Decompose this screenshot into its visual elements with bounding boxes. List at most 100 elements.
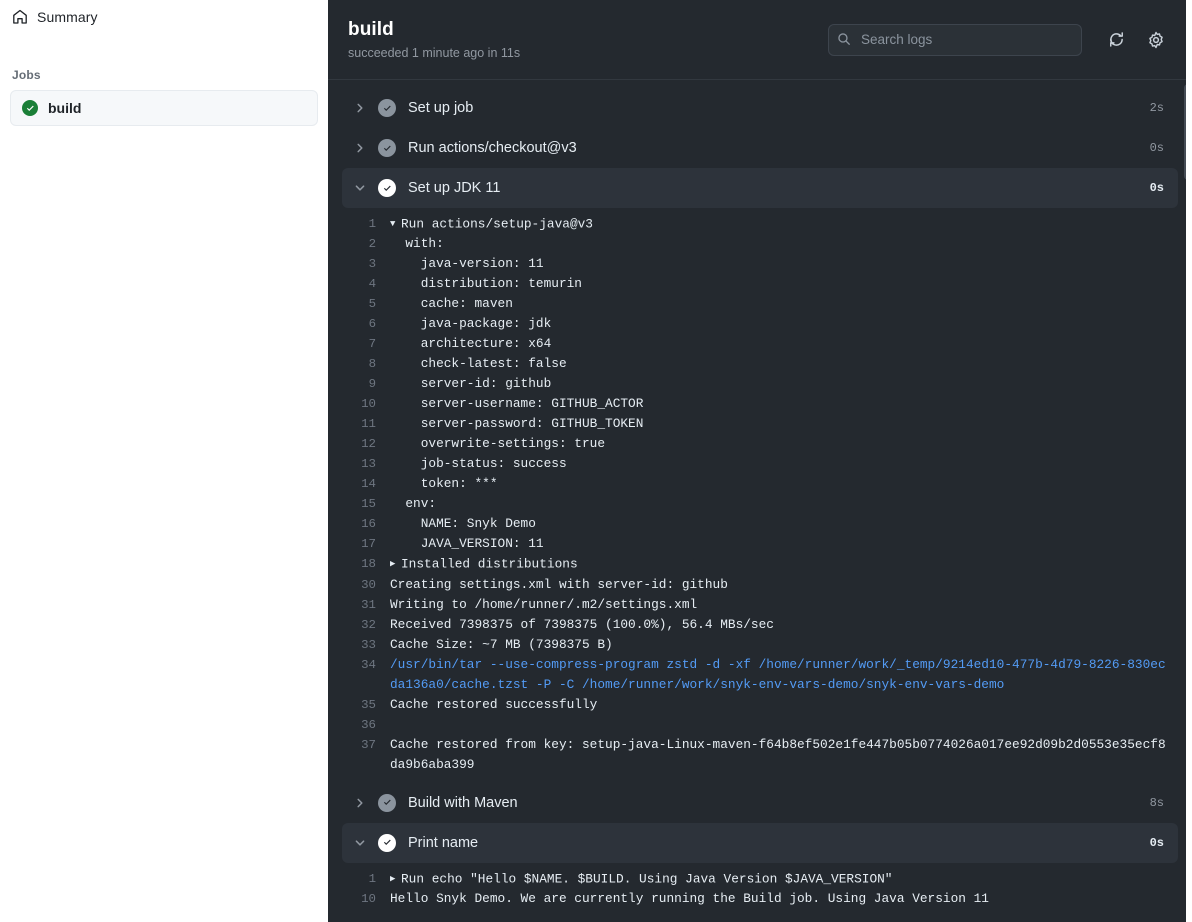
log-line-number: 30 — [342, 575, 390, 595]
chevron-down-icon[interactable] — [350, 182, 370, 194]
log-line-text: with: — [390, 234, 1170, 254]
log-line: 13 job-status: success — [342, 454, 1178, 474]
log-line-text: Cache Size: ~7 MB (7398375 B) — [390, 635, 1170, 655]
step-title: Set up JDK 11 — [408, 180, 1138, 196]
log-line-text: ▶Installed distributions — [390, 554, 1170, 574]
step-duration: 8s — [1150, 796, 1164, 810]
step-title: Set up job — [408, 100, 1138, 116]
refresh-icon — [1108, 31, 1125, 48]
log-line: 35Cache restored successfully — [342, 695, 1178, 715]
triangle-right-icon[interactable]: ▶ — [390, 554, 400, 574]
log-line-number: 36 — [342, 715, 390, 735]
log-line-number: 31 — [342, 595, 390, 615]
log-line: 1▶Run echo "Hello $NAME. $BUILD. Using J… — [342, 869, 1178, 889]
log-line: 11 server-password: GITHUB_TOKEN — [342, 414, 1178, 434]
log-line-text: env: — [390, 494, 1170, 514]
log-line-number: 32 — [342, 615, 390, 635]
step-header[interactable]: Print name0s — [342, 823, 1178, 863]
log-line-text: overwrite-settings: true — [390, 434, 1170, 454]
search-input[interactable] — [828, 24, 1082, 56]
job-title: build — [348, 18, 828, 42]
log-line-text: Cache restored from key: setup-java-Linu… — [390, 735, 1170, 775]
log-line-text: token: *** — [390, 474, 1170, 494]
log-line-number: 33 — [342, 635, 390, 655]
log-line: 36 — [342, 715, 1178, 735]
log-line-text: server-id: github — [390, 374, 1170, 394]
log-line: 34/usr/bin/tar --use-compress-program zs… — [342, 655, 1178, 695]
log-line-text: Hello Snyk Demo. We are currently runnin… — [390, 889, 1170, 909]
step-header[interactable]: Run actions/checkout@v30s — [342, 128, 1178, 168]
log-line: 18▶Installed distributions — [342, 554, 1178, 574]
log-line-text: architecture: x64 — [390, 334, 1170, 354]
log-line: 17 JAVA_VERSION: 11 — [342, 534, 1178, 554]
triangle-right-icon[interactable]: ▶ — [390, 869, 400, 889]
log-line-number: 2 — [342, 234, 390, 254]
settings-button[interactable] — [1140, 24, 1172, 56]
step-duration: 0s — [1150, 181, 1164, 195]
jobs-sidebar: Summary Jobs build — [0, 0, 328, 922]
chevron-right-icon[interactable] — [350, 102, 370, 114]
log-line: 4 distribution: temurin — [342, 274, 1178, 294]
log-line-number: 35 — [342, 695, 390, 715]
log-line: 8 check-latest: false — [342, 354, 1178, 374]
log-line-number: 3 — [342, 254, 390, 274]
log-line-number: 11 — [342, 414, 390, 434]
log-panel: build succeeded 1 minute ago in 11s — [328, 0, 1192, 922]
log-line: 9 server-id: github — [342, 374, 1178, 394]
log-line: 33Cache Size: ~7 MB (7398375 B) — [342, 635, 1178, 655]
log-line: 7 architecture: x64 — [342, 334, 1178, 354]
log-line-number: 34 — [342, 655, 390, 675]
log-steps-list[interactable]: Set up job2sRun actions/checkout@v30sSet… — [328, 80, 1192, 922]
chevron-down-icon[interactable] — [350, 837, 370, 849]
log-line-text: Creating settings.xml with server-id: gi… — [390, 575, 1170, 595]
log-line-text: java-version: 11 — [390, 254, 1170, 274]
step-header[interactable]: Set up job2s — [342, 88, 1178, 128]
refresh-button[interactable] — [1100, 24, 1132, 56]
log-line-text: server-password: GITHUB_TOKEN — [390, 414, 1170, 434]
sidebar-item-build[interactable]: build — [10, 90, 318, 126]
log-line-number: 10 — [342, 394, 390, 414]
log-step: Set up JDK 11 0s 1▼Run actions/setup-java@… — [342, 168, 1178, 783]
step-title: Run actions/checkout@v3 — [408, 140, 1138, 156]
step-success-icon — [378, 179, 396, 197]
step-log-output: 1▼Run actions/setup-java@v32 with:3 java… — [342, 208, 1178, 783]
log-line-text: server-username: GITHUB_ACTOR — [390, 394, 1170, 414]
log-line-text: distribution: temurin — [390, 274, 1170, 294]
step-success-icon — [378, 99, 396, 117]
log-line-number: 7 — [342, 334, 390, 354]
log-line-number: 37 — [342, 735, 390, 755]
log-line: 3 java-version: 11 — [342, 254, 1178, 274]
step-log-output: 1▶Run echo "Hello $NAME. $BUILD. Using J… — [342, 863, 1178, 917]
log-line: 6 java-package: jdk — [342, 314, 1178, 334]
log-header-titles: build succeeded 1 minute ago in 11s — [348, 18, 828, 61]
log-line-text: java-package: jdk — [390, 314, 1170, 334]
step-header[interactable]: Set up JDK 11 0s — [342, 168, 1178, 208]
log-step: Build with Maven8s — [342, 783, 1178, 823]
step-header[interactable]: Build with Maven8s — [342, 783, 1178, 823]
log-line-text[interactable]: /usr/bin/tar --use-compress-program zstd… — [390, 655, 1170, 695]
log-line-number: 12 — [342, 434, 390, 454]
sidebar-summary-label: Summary — [37, 9, 98, 25]
chevron-right-icon[interactable] — [350, 797, 370, 809]
log-line-number: 16 — [342, 514, 390, 534]
log-line-number: 9 — [342, 374, 390, 394]
step-title: Print name — [408, 835, 1138, 851]
log-line-text: job-status: success — [390, 454, 1170, 474]
step-success-icon — [378, 834, 396, 852]
log-line-number: 1 — [342, 214, 390, 234]
log-line: 15 env: — [342, 494, 1178, 514]
log-line-text: NAME: Snyk Demo — [390, 514, 1170, 534]
chevron-right-icon[interactable] — [350, 142, 370, 154]
workflow-run-page: Summary Jobs build build succeeded 1 min… — [0, 0, 1192, 922]
log-line-text: JAVA_VERSION: 11 — [390, 534, 1170, 554]
log-line: 32Received 7398375 of 7398375 (100.0%), … — [342, 615, 1178, 635]
log-step: Print name0s 1▶Run echo "Hello $NAME. $BU… — [342, 823, 1178, 917]
log-line: 31Writing to /home/runner/.m2/settings.x… — [342, 595, 1178, 615]
sidebar-item-summary[interactable]: Summary — [0, 0, 328, 34]
log-line: 16 NAME: Snyk Demo — [342, 514, 1178, 534]
log-line: 30Creating settings.xml with server-id: … — [342, 575, 1178, 595]
triangle-down-icon[interactable]: ▼ — [390, 214, 400, 234]
log-line: 5 cache: maven — [342, 294, 1178, 314]
log-line-number: 17 — [342, 534, 390, 554]
log-line-text: ▼Run actions/setup-java@v3 — [390, 214, 1170, 234]
